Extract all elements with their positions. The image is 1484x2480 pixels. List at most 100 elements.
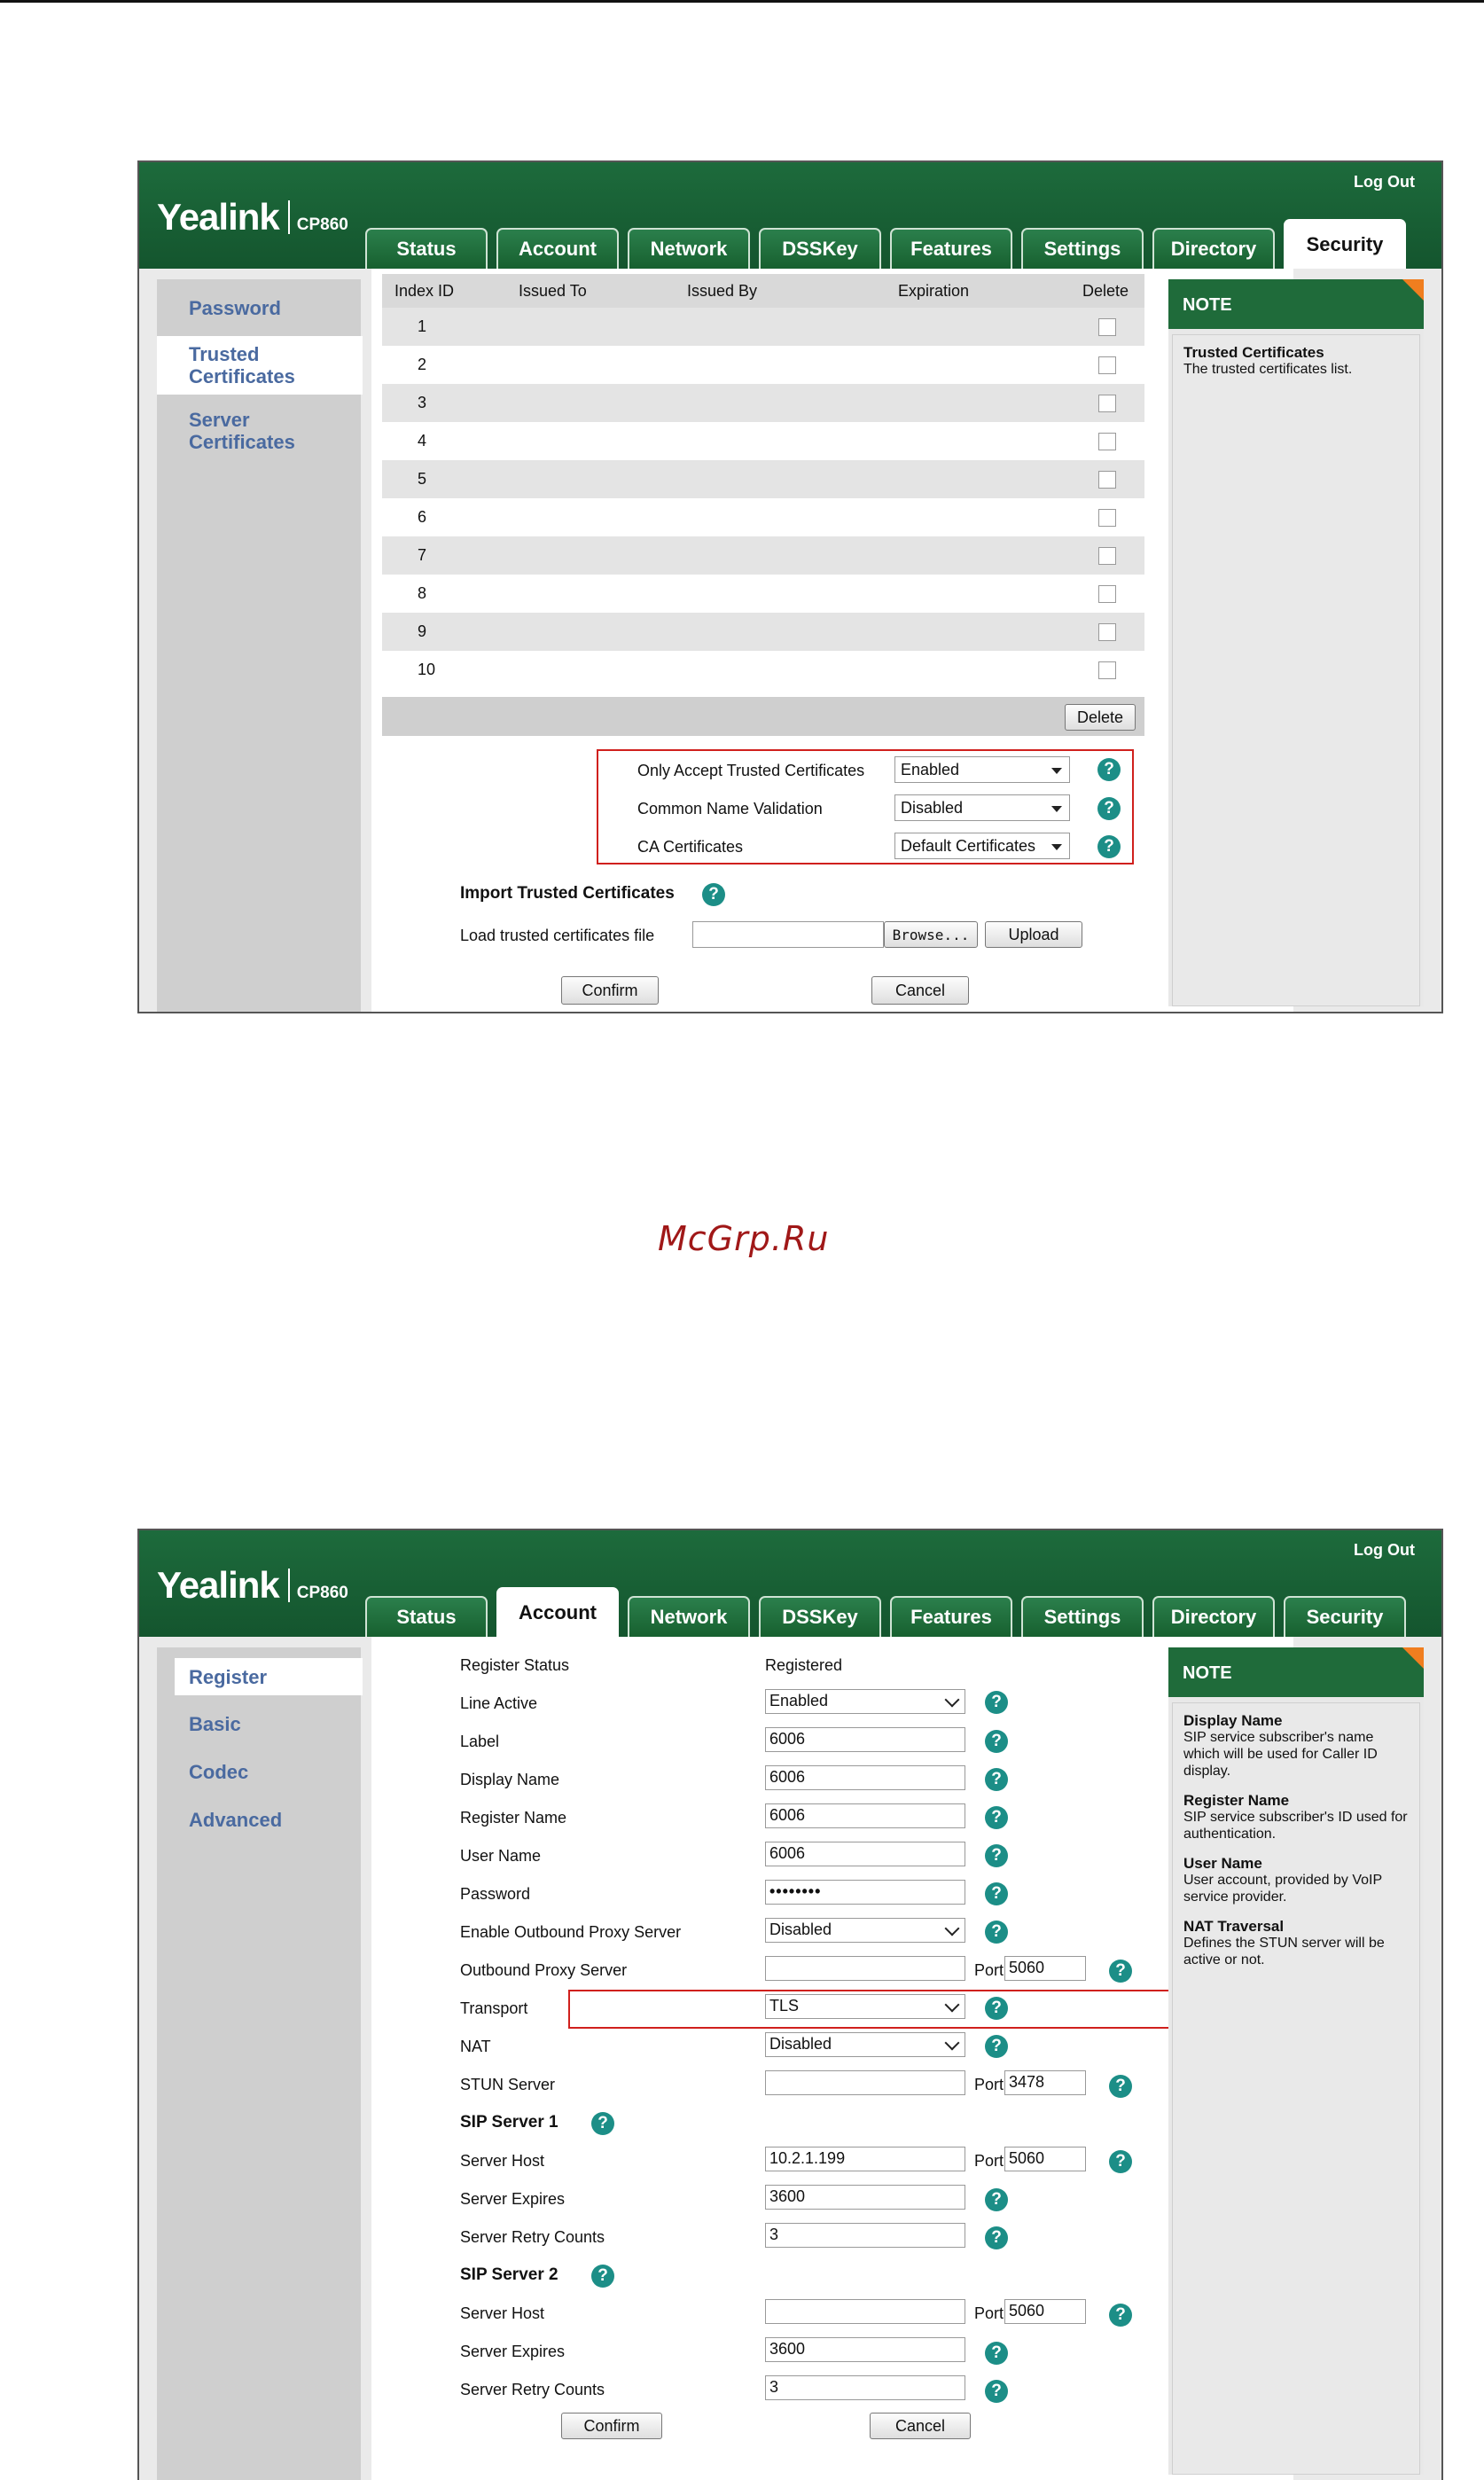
label-field-label: Label	[460, 1733, 500, 1750]
common-name-validation-select[interactable]: Disabled	[894, 794, 1070, 821]
display-name-input[interactable]: 6006	[765, 1765, 965, 1790]
tab-account[interactable]: Account	[496, 1587, 619, 1637]
sip1-port-input[interactable]: 5060	[1004, 2147, 1086, 2171]
label-input[interactable]: 6006	[765, 1727, 965, 1752]
tab-status[interactable]: Status	[365, 228, 488, 269]
sidebar-item-server-certificates[interactable]: Server Certificates	[157, 409, 325, 453]
sip1-expires-input[interactable]: 3600	[765, 2185, 965, 2210]
delete-checkbox[interactable]	[1098, 509, 1116, 527]
tab-features[interactable]: Features	[890, 1596, 1012, 1637]
file-path-input[interactable]	[692, 921, 884, 948]
sip2-expires-input[interactable]: 3600	[765, 2337, 965, 2362]
help-icon[interactable]: ?	[985, 1997, 1008, 2020]
transport-select[interactable]: TLS	[765, 1994, 965, 2019]
main-panel: Register Status Registered Line Active E…	[371, 1637, 1293, 2480]
delete-checkbox[interactable]	[1098, 623, 1116, 641]
help-icon[interactable]: ?	[985, 1730, 1008, 1753]
help-icon[interactable]: ?	[985, 1882, 1008, 1905]
note-item-text: Defines the STUN server will be active o…	[1183, 1936, 1385, 1968]
register-name-input[interactable]: 6006	[765, 1803, 965, 1828]
sidebar-item-register[interactable]: Register	[175, 1658, 363, 1695]
tab-dsskey[interactable]: DSSKey	[759, 1596, 881, 1637]
line-active-select[interactable]: Enabled	[765, 1689, 965, 1714]
sip1-host-input[interactable]: 10.2.1.199	[765, 2147, 965, 2171]
sidebar-item-trusted-certificates[interactable]: Trusted Certificates	[157, 336, 363, 395]
delete-checkbox[interactable]	[1098, 661, 1116, 679]
logout-link[interactable]: Log Out	[1354, 173, 1415, 192]
row-index: 9	[418, 622, 427, 640]
help-icon[interactable]: ?	[1109, 1960, 1132, 1983]
sidebar-item-advanced[interactable]: Advanced	[157, 1809, 361, 1831]
delete-checkbox[interactable]	[1098, 471, 1116, 489]
help-icon[interactable]: ?	[1097, 758, 1121, 781]
delete-checkbox[interactable]	[1098, 585, 1116, 603]
sip1-retry-input[interactable]: 3	[765, 2223, 965, 2248]
help-icon[interactable]: ?	[1097, 797, 1121, 820]
content-area: Password Trusted Certificates Server Cer…	[139, 269, 1441, 1012]
tab-status[interactable]: Status	[365, 1596, 488, 1637]
tab-network[interactable]: Network	[628, 1596, 750, 1637]
help-icon[interactable]: ?	[985, 1844, 1008, 1867]
password-input[interactable]: ••••••••	[765, 1880, 965, 1905]
confirm-button[interactable]: Confirm	[561, 2413, 662, 2439]
table-row: 3	[382, 384, 1144, 422]
help-icon[interactable]: ?	[1097, 835, 1121, 858]
help-icon[interactable]: ?	[1109, 2304, 1132, 2327]
delete-checkbox[interactable]	[1098, 318, 1116, 336]
tab-settings[interactable]: Settings	[1021, 228, 1144, 269]
outbound-port-input[interactable]: 5060	[1004, 1956, 1086, 1981]
help-icon[interactable]: ?	[985, 1691, 1008, 1714]
tab-security[interactable]: Security	[1284, 1596, 1406, 1637]
user-name-input[interactable]: 6006	[765, 1842, 965, 1866]
tab-security[interactable]: Security	[1284, 219, 1406, 269]
help-icon[interactable]: ?	[985, 2035, 1008, 2058]
help-icon[interactable]: ?	[985, 2342, 1008, 2365]
tab-settings[interactable]: Settings	[1021, 1596, 1144, 1637]
delete-checkbox[interactable]	[1098, 433, 1116, 450]
sip2-host-input[interactable]	[765, 2299, 965, 2324]
sip2-retry-input[interactable]: 3	[765, 2375, 965, 2400]
upload-button[interactable]: Upload	[985, 921, 1082, 948]
cancel-button[interactable]: Cancel	[870, 2413, 971, 2439]
cancel-button[interactable]: Cancel	[871, 976, 969, 1005]
tab-directory[interactable]: Directory	[1152, 1596, 1275, 1637]
help-icon[interactable]: ?	[591, 2112, 614, 2135]
stun-port-input[interactable]: 3478	[1004, 2070, 1086, 2095]
logout-link[interactable]: Log Out	[1354, 1541, 1415, 1560]
sidebar-item-basic[interactable]: Basic	[157, 1713, 361, 1735]
nat-label: NAT	[460, 2038, 491, 2055]
delete-button[interactable]: Delete	[1065, 704, 1136, 731]
stun-server-input[interactable]	[765, 2070, 965, 2095]
sip2-port-input[interactable]: 5060	[1004, 2299, 1086, 2324]
help-icon[interactable]: ?	[985, 1768, 1008, 1791]
confirm-button[interactable]: Confirm	[561, 976, 659, 1005]
tab-network[interactable]: Network	[628, 228, 750, 269]
help-icon[interactable]: ?	[1109, 2150, 1132, 2173]
only-accept-trusted-select[interactable]: Enabled	[894, 756, 1070, 783]
ca-certificates-select[interactable]: Default Certificates	[894, 833, 1070, 859]
tab-account[interactable]: Account	[496, 228, 619, 269]
nat-select[interactable]: Disabled	[765, 2032, 965, 2057]
help-icon[interactable]: ?	[985, 2188, 1008, 2211]
help-icon[interactable]: ?	[985, 1806, 1008, 1829]
tab-dsskey[interactable]: DSSKey	[759, 228, 881, 269]
help-icon[interactable]: ?	[985, 2380, 1008, 2403]
delete-checkbox[interactable]	[1098, 547, 1116, 565]
help-icon[interactable]: ?	[702, 883, 725, 906]
chevron-down-icon	[944, 1692, 960, 1708]
help-icon[interactable]: ?	[985, 2226, 1008, 2249]
help-icon[interactable]: ?	[985, 1921, 1008, 1944]
sidebar-item-codec[interactable]: Codec	[157, 1761, 361, 1783]
outbound-enable-select[interactable]: Disabled	[765, 1918, 965, 1943]
tab-features[interactable]: Features	[890, 228, 1012, 269]
delete-checkbox[interactable]	[1098, 356, 1116, 374]
sidebar-item-password[interactable]: Password	[157, 297, 361, 319]
browse-button[interactable]: Browse...	[884, 921, 978, 948]
help-icon[interactable]: ?	[1109, 2075, 1132, 2098]
delete-checkbox[interactable]	[1098, 395, 1116, 412]
outbound-server-input[interactable]	[765, 1956, 965, 1981]
sidebar: Register Basic Codec Advanced	[157, 1647, 363, 2480]
tab-directory[interactable]: Directory	[1152, 228, 1275, 269]
help-icon[interactable]: ?	[591, 2265, 614, 2288]
register-status-value: Registered	[765, 1656, 843, 1674]
